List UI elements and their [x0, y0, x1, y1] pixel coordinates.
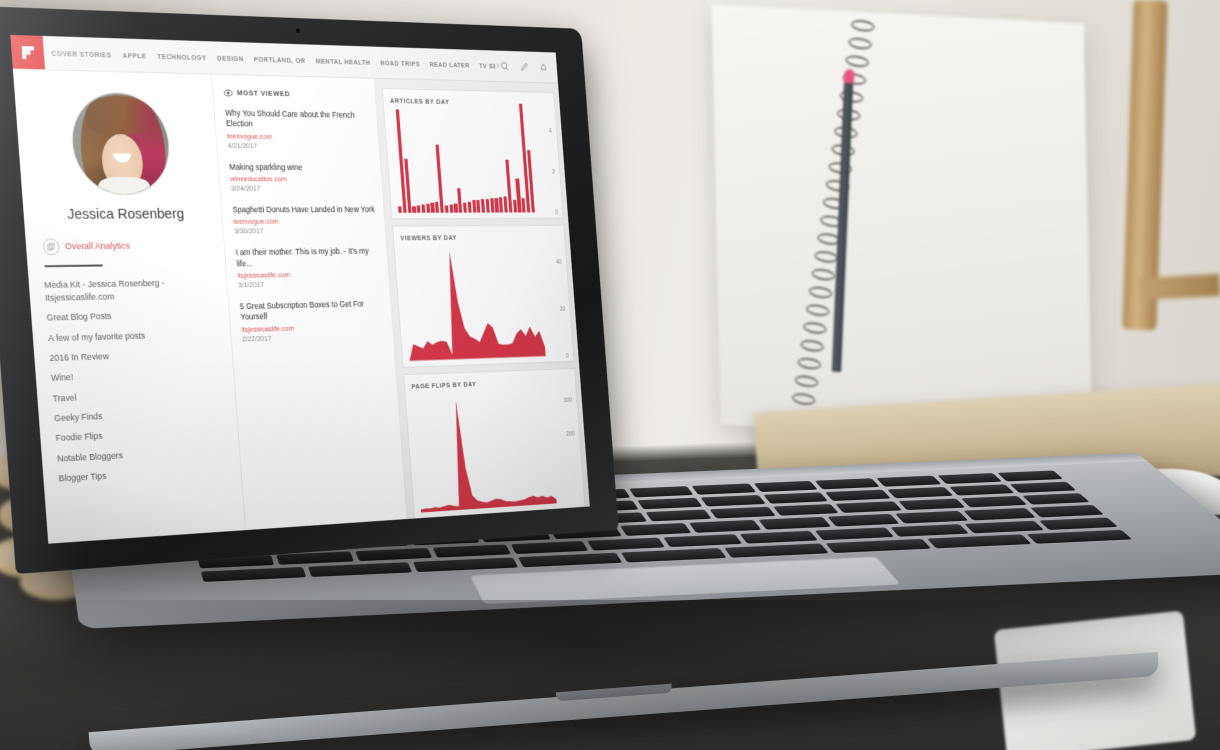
bar	[453, 203, 458, 213]
chart-card: ARTICLES BY DAY 4 2 0	[381, 88, 564, 220]
y-axis-tick-label: 0	[565, 352, 569, 359]
article-title: I am their mother. This is my job. - It'…	[235, 246, 370, 269]
overall-analytics-label: Overall Analytics	[64, 240, 131, 253]
chart-title: ARTICLES BY DAY	[389, 96, 450, 106]
article-source: teenvogue.com	[233, 217, 279, 227]
y-axis-tick-label: 4	[548, 127, 552, 135]
bar	[476, 200, 481, 213]
search-icon[interactable]	[500, 61, 509, 71]
flipboard-logo-icon[interactable]	[10, 34, 46, 70]
y-axis-tick-label: 0	[554, 209, 559, 216]
bar	[421, 204, 426, 213]
magazine-list[interactable]: Media Kit - Jessica Rosenberg - Itsjessi…	[43, 273, 230, 490]
bar	[430, 202, 435, 213]
notifications-bell-icon[interactable]	[539, 62, 548, 72]
bar	[425, 203, 431, 213]
nav-item[interactable]: READ LATER	[429, 60, 470, 69]
article-title: Making sparkling wine	[228, 161, 303, 172]
chart-title: VIEWERS BY DAY	[400, 233, 458, 243]
article-date: 4/21/2017	[227, 140, 258, 150]
divider	[44, 264, 103, 268]
nav-item[interactable]: MENTAL HEALTH	[315, 56, 370, 66]
y-axis-tick-label: 2	[551, 168, 555, 175]
nav-category-list[interactable]: COVER STORIES APPLE TECHNOLOGY DESIGN PORTLA…	[43, 48, 495, 70]
article-title: 5 Great Subscription Boxes to Get For Yo…	[239, 299, 365, 322]
bar	[512, 200, 517, 213]
edit-pencil-icon[interactable]	[520, 62, 529, 72]
chart-plot-area	[401, 245, 546, 361]
chart-card: PAGE FLIPS BY DAY 300 200	[403, 367, 586, 520]
bar	[412, 206, 417, 213]
article-date: 3/24/2017	[230, 183, 261, 193]
area-series	[401, 249, 546, 361]
magazine-item[interactable]: Media Kit - Jessica Rosenberg - Itsjessi…	[43, 273, 217, 309]
app-content: Jessica Rosenberg Overall Analytics Medi…	[12, 69, 590, 544]
article-title: Spaghetti Donuts Have Landed in New York	[232, 204, 375, 215]
most-viewed-header: MOST VIEWED	[223, 88, 367, 100]
chart-plot-area	[391, 103, 535, 213]
magazines-icon	[42, 238, 60, 256]
profile-column: Jessica Rosenberg Overall Analytics Medi…	[12, 69, 247, 544]
nav-item[interactable]: TV SERIES	[479, 61, 495, 70]
article-date: 3/1/2017	[237, 280, 265, 290]
nav-icon-group	[500, 61, 557, 72]
article-item[interactable]: Spaghetti Donuts Have Landed in New York…	[232, 205, 377, 236]
bar	[462, 202, 468, 213]
article-item[interactable]: I am their mother. This is my job. - It'…	[235, 246, 381, 290]
bar	[398, 206, 402, 213]
bar	[416, 205, 421, 213]
laptop-lid: COVER STORIES APPLE TECHNOLOGY DESIGN PORTLA…	[0, 5, 619, 575]
chart-plot-area	[412, 389, 557, 513]
laptop-drop-shadow	[0, 600, 1220, 750]
y-axis-tick-label: 40	[555, 258, 562, 266]
bar	[457, 188, 463, 213]
bar	[467, 201, 472, 213]
eye-icon	[223, 89, 232, 97]
y-axis-tick-label: 200	[566, 430, 575, 438]
bar	[494, 198, 499, 213]
bar	[449, 204, 454, 213]
screen: COVER STORIES APPLE TECHNOLOGY DESIGN PORTLA…	[10, 34, 590, 544]
webcam	[295, 28, 301, 34]
article-title: Why You Should Care about the French Ele…	[224, 108, 355, 129]
chart-card: VIEWERS BY DAY 40 20 0	[392, 224, 575, 368]
avatar[interactable]	[69, 92, 173, 195]
bar	[435, 201, 440, 213]
bar	[471, 200, 477, 213]
bar-series	[391, 103, 535, 213]
most-viewed-article-list[interactable]: Why You Should Care about the French Ele…	[225, 108, 385, 343]
bar	[485, 199, 490, 213]
article-item[interactable]: Why You Should Care about the French Ele…	[225, 108, 371, 151]
bar	[444, 205, 449, 213]
charts-column: ARTICLES BY DAY 4 2 0 VIEWERS BY DAY 40 20 0 PAG…	[374, 78, 590, 520]
chart-title: PAGE FLIPS BY DAY	[411, 379, 477, 391]
article-source: teenvogue.com	[226, 131, 273, 141]
avatar-hair-top	[84, 94, 155, 135]
article-item[interactable]: Making sparkling wine wineeducation.com 3/…	[229, 162, 374, 193]
article-item[interactable]: 5 Great Subscription Boxes to Get For Yo…	[239, 299, 385, 343]
area-series	[412, 395, 557, 513]
scene: COVER STORIES APPLE TECHNOLOGY DESIGN PORTLA…	[0, 0, 1220, 750]
nav-item[interactable]: TECHNOLOGY	[157, 52, 207, 62]
article-source: wineeducation.com	[229, 174, 287, 184]
most-viewed-column: MOST VIEWED Why You Should Care about th…	[211, 74, 408, 532]
nav-item[interactable]: COVER STORIES	[51, 48, 112, 59]
nav-item[interactable]: DESIGN	[217, 53, 244, 62]
avatar-shirt	[97, 176, 151, 195]
article-date: 3/30/2017	[233, 226, 264, 236]
nav-item[interactable]: ROAD TRIPS	[380, 58, 420, 67]
nav-item[interactable]: PORTLAND, OR	[254, 54, 306, 64]
page-title: Jessica Rosenberg	[66, 205, 185, 223]
y-axis-tick-label: 300	[563, 396, 573, 404]
overall-analytics-link[interactable]: Overall Analytics	[41, 237, 214, 256]
bar	[480, 199, 486, 213]
most-viewed-title: MOST VIEWED	[236, 88, 291, 99]
nav-item[interactable]: APPLE	[122, 51, 146, 60]
y-axis-tick-label: 20	[559, 305, 566, 312]
